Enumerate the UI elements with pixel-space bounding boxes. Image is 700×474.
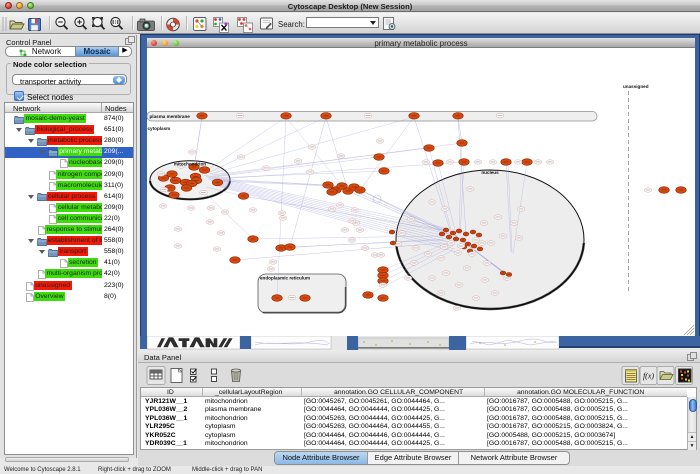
svg-text:endoplasmic reticulum: endoplasmic reticulum <box>260 276 310 281</box>
svg-text:nucleus: nucleus <box>481 170 499 175</box>
svg-text:plasma membrane: plasma membrane <box>150 114 191 119</box>
svg-text:mitochondrion: mitochondrion <box>174 162 206 167</box>
svg-text:cytoplasm: cytoplasm <box>148 126 171 131</box>
svg-text:unassigned: unassigned <box>623 84 649 89</box>
svg-text:f(x): f(x) <box>643 372 654 381</box>
